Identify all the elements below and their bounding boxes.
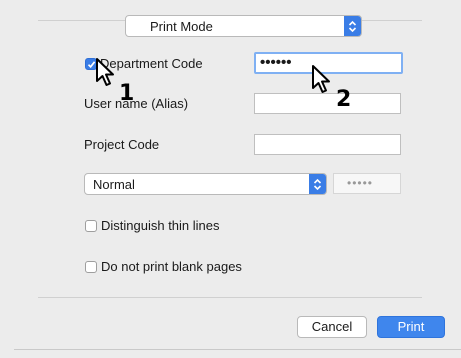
user-name-field[interactable]	[254, 93, 401, 114]
password-value: •••••	[347, 176, 374, 190]
project-code-label: Project Code	[84, 137, 160, 152]
distinguish-thin-lines-label: Distinguish thin lines	[101, 218, 220, 233]
popup-arrows-icon	[344, 16, 361, 36]
print-mode-value: Print Mode	[150, 19, 213, 34]
step-1-callout: 1	[119, 81, 135, 106]
do-not-print-blank-pages-checkbox[interactable]	[85, 261, 97, 273]
print-type-popup[interactable]: Normal	[84, 173, 327, 195]
project-code-field[interactable]	[254, 134, 401, 155]
department-code-checkbox[interactable]	[85, 58, 97, 70]
window-bottom-edge	[14, 349, 461, 350]
department-code-label: Department Code	[100, 56, 203, 71]
department-code-value: ••••••	[260, 54, 292, 71]
password-field[interactable]: •••••	[333, 173, 401, 194]
do-not-print-blank-pages-label: Do not print blank pages	[101, 259, 242, 274]
step-2-callout: 2	[336, 87, 352, 112]
print-button[interactable]: Print	[377, 316, 445, 338]
cancel-button[interactable]: Cancel	[297, 316, 367, 338]
print-type-value: Normal	[93, 177, 135, 192]
print-mode-popup[interactable]: Print Mode	[125, 15, 362, 37]
popup-arrows-icon	[309, 174, 326, 194]
department-code-field[interactable]: ••••••	[254, 52, 403, 74]
bottom-separator	[38, 297, 422, 298]
distinguish-thin-lines-checkbox[interactable]	[85, 220, 97, 232]
user-name-label: User name (Alias)	[84, 96, 189, 111]
